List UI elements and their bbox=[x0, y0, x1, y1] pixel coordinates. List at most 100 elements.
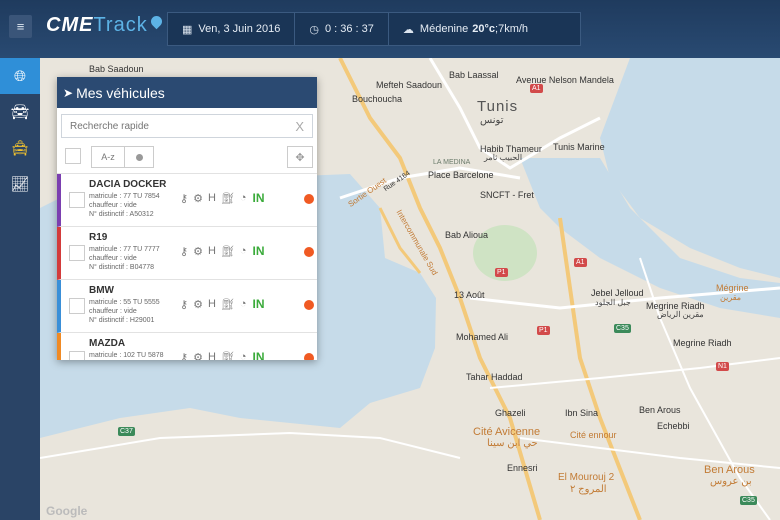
search-input[interactable] bbox=[70, 120, 296, 132]
map-label: Jebel Jelloud bbox=[591, 288, 644, 298]
vehicle-name: R19 bbox=[89, 232, 108, 243]
vehicle-status: IN bbox=[252, 297, 265, 311]
map-label: Bab Alioua bbox=[445, 230, 489, 240]
road-badge: C35 bbox=[740, 496, 757, 505]
handbrake-icon: H bbox=[207, 245, 216, 257]
map-label: Megrine Riadh bbox=[673, 338, 732, 348]
sort-az-button[interactable]: A-z bbox=[92, 147, 125, 167]
nav-taxi[interactable]: 🚖︎ bbox=[0, 130, 40, 166]
taxi-icon: 🚖︎ bbox=[10, 140, 30, 157]
hamburger-icon[interactable]: ≡ bbox=[9, 15, 32, 38]
date-display: ▦ Ven, 3 Juin 2016 bbox=[168, 13, 296, 45]
logo-cme: CME bbox=[46, 14, 94, 36]
vehicle-row[interactable]: R19 matricule : 77 TU 7777 chauffeur : v… bbox=[57, 227, 317, 280]
road-badge: P1 bbox=[537, 326, 550, 335]
status-dot-icon bbox=[135, 153, 143, 161]
nav-stats[interactable]: 📈︎ bbox=[0, 166, 40, 202]
nav-vehicles[interactable]: 🚘︎ bbox=[0, 94, 40, 130]
vehicle-checkbox[interactable] bbox=[69, 351, 85, 360]
map-label: Tunis Marine bbox=[553, 142, 605, 152]
map-label: Ennesri bbox=[507, 463, 538, 473]
map-label: Ibn Sina bbox=[565, 408, 599, 418]
key-icon: ⚷ bbox=[180, 298, 189, 311]
vehicle-status: IN bbox=[252, 350, 265, 360]
map-label: Cité ennour bbox=[570, 430, 617, 440]
vehicle-matricule: matricule : 55 TU 5555 bbox=[89, 299, 160, 306]
car-icon: 🚘︎ bbox=[10, 104, 30, 121]
map-label: 13 Août bbox=[454, 290, 485, 300]
weather-city: Médenine bbox=[419, 23, 469, 35]
road-badge: A1 bbox=[530, 84, 543, 93]
map-label: Bouchoucha bbox=[352, 94, 403, 104]
vehicle-matricule: matricule : 102 TU 5878 bbox=[89, 352, 164, 359]
vehicle-chauffeur: chauffeur : vide bbox=[89, 202, 137, 209]
map-label: Tunis bbox=[477, 98, 519, 115]
vehicle-sensors: ⚷ ⚙ H ⛽︎ ◔ IN bbox=[180, 297, 270, 311]
locate-button[interactable]: ✥ bbox=[287, 146, 313, 168]
map-label: جبل الجلود bbox=[595, 298, 631, 307]
vehicle-checkbox[interactable] bbox=[69, 245, 85, 261]
vehicle-list: DACIA DOCKER matricule : 77 TU 7854 chau… bbox=[57, 174, 317, 360]
left-nav: 🌐︎ 🚘︎ 🚖︎ 📈︎ bbox=[0, 58, 40, 520]
fuel-icon: ⛽︎ bbox=[220, 351, 235, 361]
vehicles-panel: ➤ Mes véhicules X A-z ✥ DACIA DOCKER mat… bbox=[57, 77, 317, 360]
vehicle-chauffeur: chauffeur : vide bbox=[89, 255, 137, 262]
vehicle-name: DACIA DOCKER bbox=[89, 179, 167, 190]
google-attribution: Google bbox=[46, 504, 88, 518]
road-badge: P1 bbox=[495, 268, 508, 277]
clear-search-button[interactable]: X bbox=[295, 119, 304, 134]
panel-header: ➤ Mes véhicules bbox=[57, 77, 317, 108]
vehicle-checkbox[interactable] bbox=[69, 298, 85, 314]
road-badge: A1 bbox=[574, 258, 587, 267]
map-label: Ben Arous bbox=[639, 405, 681, 415]
engine-icon: ⚙ bbox=[193, 351, 203, 361]
road-badge: C35 bbox=[614, 324, 631, 333]
list-toolbar: A-z ✥ bbox=[57, 138, 317, 174]
weather-icon: ☁ bbox=[402, 23, 414, 36]
search-box: X bbox=[61, 114, 313, 138]
globe-icon: 🌐︎ bbox=[13, 67, 26, 85]
status-indicator-dot bbox=[304, 247, 314, 257]
map-label: حي ابن سينا bbox=[487, 438, 538, 449]
weather-wind: ;7km/h bbox=[495, 23, 529, 35]
key-icon: ⚷ bbox=[180, 192, 189, 205]
vehicle-sensors: ⚷ ⚙ H ⛽︎ ◔ IN bbox=[180, 191, 270, 205]
navigation-arrow-icon: ➤ bbox=[63, 85, 74, 100]
road-badge: C37 bbox=[118, 427, 135, 436]
speedometer-icon: ◔ bbox=[239, 351, 247, 360]
vehicle-status: IN bbox=[252, 244, 265, 258]
vehicle-row[interactable]: BMW matricule : 55 TU 5555 chauffeur : v… bbox=[57, 280, 317, 333]
map-label: SNCFT - Fret bbox=[480, 190, 534, 200]
vehicle-status: IN bbox=[252, 191, 265, 205]
fuel-icon: ⛽︎ bbox=[220, 298, 235, 311]
map-label: الحبيب ثامر bbox=[484, 153, 523, 162]
status-indicator-dot bbox=[304, 194, 314, 204]
road-badge: N1 bbox=[716, 362, 729, 371]
status-indicator-dot bbox=[304, 300, 314, 310]
speedometer-icon: ◔ bbox=[239, 298, 247, 310]
calendar-icon: ▦ bbox=[182, 23, 193, 36]
map-pin-icon bbox=[148, 13, 164, 30]
map-label: المروج ٢ bbox=[570, 484, 607, 495]
map-label: Ghazeli bbox=[495, 408, 526, 418]
vehicle-row[interactable]: DACIA DOCKER matricule : 77 TU 7854 chau… bbox=[57, 174, 317, 227]
clock-icon: ◷ bbox=[309, 23, 319, 36]
speedometer-icon: ◔ bbox=[239, 245, 247, 257]
sort-status-button[interactable] bbox=[125, 147, 153, 167]
vehicle-distinctif: N° distinctif : H29001 bbox=[89, 317, 155, 324]
select-all-checkbox[interactable] bbox=[65, 148, 81, 164]
map-label: مقرين الرياض bbox=[657, 310, 704, 319]
vehicle-checkbox[interactable] bbox=[69, 192, 85, 208]
weather-display: ☁ Médenine 20°c ;7km/h bbox=[389, 13, 542, 45]
vehicle-name: BMW bbox=[89, 285, 114, 296]
fuel-icon: ⛽︎ bbox=[220, 245, 235, 258]
map-label: Place Barcelone bbox=[428, 170, 494, 180]
vehicle-row[interactable]: MAZDA matricule : 102 TU 5878 ⚷ ⚙ H ⛽︎ ◔… bbox=[57, 333, 317, 360]
map-label: Mefteh Saadoun bbox=[376, 80, 443, 90]
app-logo[interactable]: CMETrack bbox=[46, 13, 164, 40]
nav-map[interactable]: 🌐︎ bbox=[0, 58, 40, 94]
map-label: تونس bbox=[480, 115, 504, 126]
engine-icon: ⚙ bbox=[193, 192, 203, 205]
handbrake-icon: H bbox=[207, 192, 216, 204]
map-label: LA MEDINA bbox=[433, 159, 471, 166]
